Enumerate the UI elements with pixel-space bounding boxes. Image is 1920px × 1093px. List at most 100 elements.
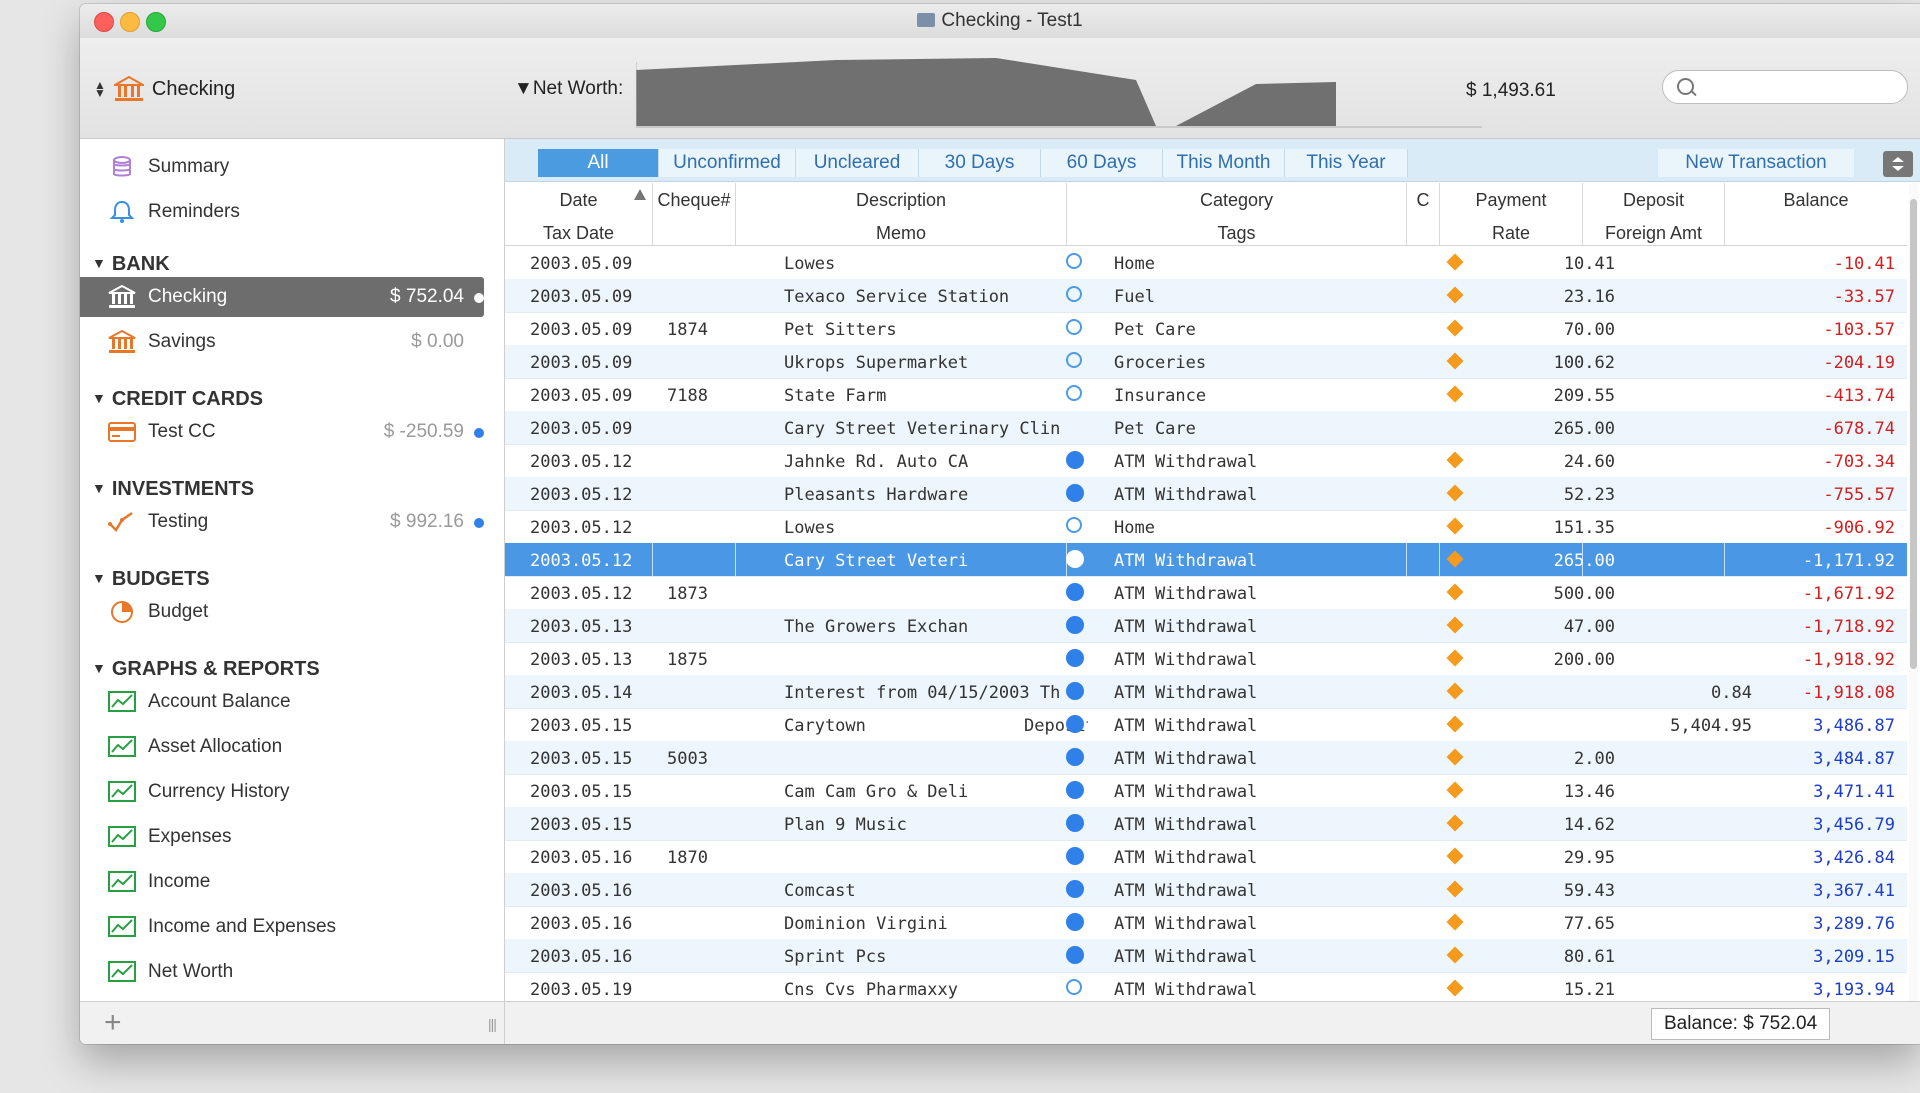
filter-tab-unconfirmed[interactable]: Unconfirmed <box>659 149 796 177</box>
unconfirmed-status-icon[interactable] <box>1066 385 1084 403</box>
table-row[interactable]: 2003.05.09 Ukrops Supermarket Groceries 100… <box>505 345 1907 379</box>
confirmed-status-icon[interactable] <box>1066 748 1084 766</box>
filter-tab-all[interactable]: All <box>538 149 659 177</box>
table-row[interactable]: 2003.05.16 1870 ATM Withdrawal 29.95 3,426.8… <box>505 840 1907 874</box>
table-row[interactable]: 2003.05.12 Lowes Home 151.35 -906.92 <box>505 510 1907 544</box>
sidebar-item-testing[interactable]: Testing $ 992.16 <box>80 502 484 542</box>
resize-grip-icon[interactable]: ||| <box>488 1016 497 1032</box>
section-graphs-reports[interactable]: ▼ GRAPHS & REPORTS <box>92 658 320 681</box>
cleared-diamond-icon[interactable] <box>1446 649 1464 667</box>
column-balance[interactable]: Balance <box>1725 183 1907 245</box>
search-input[interactable] <box>1701 75 1901 99</box>
sidebar-item-report[interactable]: Net Worth <box>80 952 484 992</box>
section-investments[interactable]: ▼ INVESTMENTS <box>92 478 254 501</box>
scrollbar-thumb[interactable] <box>1910 199 1917 669</box>
table-row[interactable]: 2003.05.14 Interest from 04/15/2003 Thr AT… <box>505 675 1907 709</box>
cleared-diamond-icon[interactable] <box>1446 946 1464 964</box>
cleared-diamond-icon[interactable] <box>1446 748 1464 766</box>
unconfirmed-status-icon[interactable] <box>1066 253 1084 271</box>
table-row[interactable]: 2003.05.12 Pleasants Hardware ATM Withdraw… <box>505 477 1907 511</box>
table-row[interactable]: 2003.05.09 1874 Pet Sitters Pet Care 70.00 -1… <box>505 312 1907 346</box>
sidebar-item-checking[interactable]: Checking $ 752.04 <box>80 277 484 317</box>
table-row[interactable]: 2003.05.12 Jahnke Rd. Auto CA ATM Withdraw… <box>505 444 1907 478</box>
sidebar-item-report[interactable]: Account Balance <box>80 682 484 722</box>
sidebar-item-report[interactable]: Income and Expenses <box>80 907 484 947</box>
table-row[interactable]: 2003.05.15 5003 ATM Withdrawal 2.00 3,484.87 <box>505 741 1907 775</box>
table-row[interactable]: 2003.05.09 7188 State Farm Insurance 209.55 -… <box>505 378 1907 412</box>
sidebar-item-report[interactable]: Income <box>80 862 484 902</box>
confirmed-status-icon[interactable] <box>1066 715 1084 733</box>
cleared-diamond-icon[interactable] <box>1446 253 1464 271</box>
table-row[interactable]: 2003.05.16 Dominion Virgini ATM Withdrawal… <box>505 906 1907 940</box>
sidebar-item-report[interactable]: Currency History <box>80 772 484 812</box>
cleared-diamond-icon[interactable] <box>1446 583 1464 601</box>
cleared-diamond-icon[interactable] <box>1446 517 1464 535</box>
vertical-scrollbar[interactable] <box>1909 183 1918 1044</box>
column-cheque[interactable]: Cheque# <box>653 183 736 245</box>
confirmed-status-icon[interactable] <box>1066 484 1084 502</box>
table-row[interactable]: 2003.05.15 Cam Cam Gro & Deli ATM Withdraw… <box>505 774 1907 808</box>
account-selector[interactable]: ▲ ▼ Checking <box>94 74 235 104</box>
table-row[interactable]: 2003.05.16 Sprint Pcs ATM Withdrawal 80.61 3… <box>505 939 1907 973</box>
sidebar-item-test-cc[interactable]: Test CC $ -250.59 <box>80 412 484 452</box>
section-budgets[interactable]: ▼ BUDGETS <box>92 568 210 591</box>
cleared-diamond-icon[interactable] <box>1446 352 1464 370</box>
cleared-diamond-icon[interactable] <box>1446 847 1464 865</box>
cleared-diamond-icon[interactable] <box>1446 814 1464 832</box>
unconfirmed-status-icon[interactable] <box>1066 286 1084 304</box>
search-field[interactable] <box>1662 70 1908 104</box>
confirmed-status-icon[interactable] <box>1066 913 1084 931</box>
table-row[interactable]: 2003.05.09 Lowes Home 10.41 -10.41 <box>505 246 1907 280</box>
confirmed-status-icon[interactable] <box>1066 451 1084 469</box>
sidebar-item-report[interactable]: Asset Allocation <box>80 727 484 767</box>
confirmed-status-icon[interactable] <box>1066 682 1084 700</box>
filter-tab-60-days[interactable]: 60 Days <box>1041 149 1163 177</box>
net-worth-toggle[interactable]: ▼Net Worth: <box>514 78 623 100</box>
unconfirmed-status-icon[interactable] <box>1066 979 1084 997</box>
cleared-diamond-icon[interactable] <box>1446 550 1464 568</box>
confirmed-status-icon[interactable] <box>1066 781 1084 799</box>
unconfirmed-status-icon[interactable] <box>1066 352 1084 370</box>
cleared-diamond-icon[interactable] <box>1446 979 1464 997</box>
sidebar-item-summary[interactable]: Summary <box>80 147 484 187</box>
unconfirmed-status-icon[interactable] <box>1066 517 1084 535</box>
cleared-diamond-icon[interactable] <box>1446 913 1464 931</box>
confirmed-status-icon[interactable] <box>1066 550 1084 568</box>
confirmed-status-icon[interactable] <box>1066 649 1084 667</box>
table-row[interactable]: 2003.05.13 1875 ATM Withdrawal 200.00 -1,918… <box>505 642 1907 676</box>
confirmed-status-icon[interactable] <box>1066 847 1084 865</box>
table-row[interactable]: 2003.05.16 Comcast ATM Withdrawal 59.43 3,36… <box>505 873 1907 907</box>
unconfirmed-status-icon[interactable] <box>1066 319 1084 337</box>
table-row[interactable]: 2003.05.09 Texaco Service Station Fuel 23.1… <box>505 279 1907 313</box>
column-category[interactable]: Category Tags <box>1067 183 1407 245</box>
confirmed-status-icon[interactable] <box>1066 880 1084 898</box>
cleared-diamond-icon[interactable] <box>1446 880 1464 898</box>
table-row[interactable]: 2003.05.15 Plan 9 Music ATM Withdrawal 14.6… <box>505 807 1907 841</box>
confirmed-status-icon[interactable] <box>1066 616 1084 634</box>
cleared-diamond-icon[interactable] <box>1446 781 1464 799</box>
table-row[interactable]: 2003.05.15CarytownDepositATM Withdrawal5… <box>505 708 1907 742</box>
view-options-button[interactable] <box>1883 151 1913 177</box>
cleared-diamond-icon[interactable] <box>1446 286 1464 304</box>
cleared-diamond-icon[interactable] <box>1446 682 1464 700</box>
table-row[interactable]: 2003.05.12 Cary Street Veteri ATM Withdraw… <box>505 543 1907 577</box>
filter-tab-30-days[interactable]: 30 Days <box>919 149 1041 177</box>
filter-tab-this-month[interactable]: This Month <box>1163 149 1285 177</box>
filter-tab-uncleared[interactable]: Uncleared <box>796 149 919 177</box>
table-row[interactable]: 2003.05.12 1873 ATM Withdrawal 500.00 -1,671… <box>505 576 1907 610</box>
table-row[interactable]: 2003.05.13 The Growers Exchan ATM Withdraw… <box>505 609 1907 643</box>
section-credit-cards[interactable]: ▼ CREDIT CARDS <box>92 388 263 411</box>
cleared-diamond-icon[interactable] <box>1446 484 1464 502</box>
cleared-diamond-icon[interactable] <box>1446 616 1464 634</box>
new-transaction-button[interactable]: New Transaction <box>1658 149 1854 177</box>
cleared-diamond-icon[interactable] <box>1446 451 1464 469</box>
confirmed-status-icon[interactable] <box>1066 946 1084 964</box>
table-row[interactable]: 2003.05.09 Cary Street Veterinary Clinic P… <box>505 411 1907 445</box>
sidebar-item-savings[interactable]: Savings $ 0.00 <box>80 322 484 362</box>
cleared-diamond-icon[interactable] <box>1446 319 1464 337</box>
column-cleared[interactable]: C <box>1407 183 1440 245</box>
column-description[interactable]: Description Memo <box>736 183 1067 245</box>
cleared-diamond-icon[interactable] <box>1446 715 1464 733</box>
column-date[interactable]: Date Tax Date <box>505 183 653 245</box>
column-deposit[interactable]: Deposit Foreign Amt <box>1583 183 1725 245</box>
